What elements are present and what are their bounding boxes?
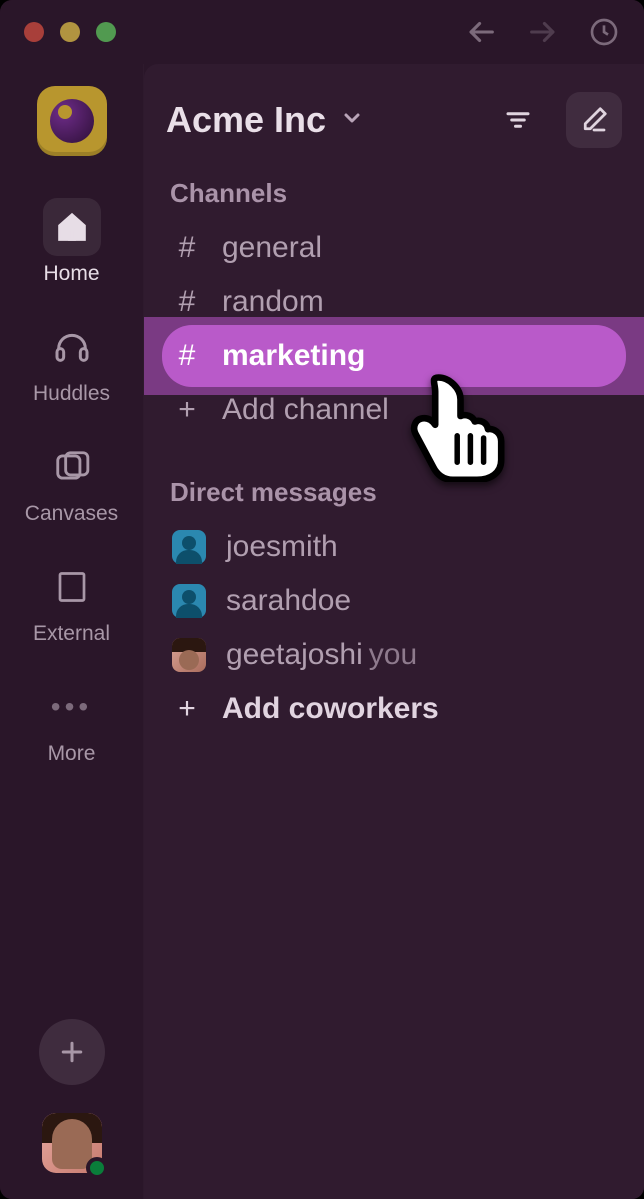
zoom-window-button[interactable] xyxy=(96,22,116,42)
history-icon[interactable] xyxy=(588,16,620,48)
hash-icon: # xyxy=(172,285,202,319)
presence-active-icon xyxy=(86,1157,108,1179)
channel-name: marketing xyxy=(222,339,365,373)
add-channel-label: Add channel xyxy=(222,393,389,427)
filter-button[interactable] xyxy=(490,92,546,148)
workspace-logo-icon xyxy=(50,99,94,143)
rail-label-canvases: Canvases xyxy=(25,502,118,526)
user-avatar-icon xyxy=(172,638,206,672)
add-coworkers-label: Add coworkers xyxy=(222,692,439,726)
hash-icon: # xyxy=(172,231,202,265)
dm-name: sarahdoe xyxy=(226,584,351,618)
self-avatar[interactable] xyxy=(42,1113,102,1173)
minimize-window-button[interactable] xyxy=(60,22,80,42)
titlebar-nav xyxy=(464,15,620,49)
rail-item-more[interactable]: ••• More xyxy=(0,668,143,776)
you-label: you xyxy=(369,638,417,671)
channels-section-header[interactable]: Channels xyxy=(144,174,644,221)
dm-name: geetajoshi xyxy=(226,638,363,671)
dm-section-header[interactable]: Direct messages xyxy=(144,473,644,520)
rail-item-external[interactable]: External xyxy=(0,548,143,656)
dm-list: joesmith sarahdoe geetajoshiyou + xyxy=(144,520,644,736)
app-body: Home Huddles Canvases External xyxy=(0,64,644,1199)
rail-item-home[interactable]: Home xyxy=(0,188,143,296)
plus-icon: + xyxy=(172,692,202,726)
rail-label-more: More xyxy=(48,742,96,766)
cursor-pointer-icon xyxy=(400,372,510,487)
rail-item-huddles[interactable]: Huddles xyxy=(0,308,143,416)
channel-list: # general # random # marketing + Add cha… xyxy=(144,221,644,437)
rail-bottom xyxy=(39,1019,105,1173)
channel-item-general[interactable]: # general xyxy=(144,221,644,275)
rail-label-huddles: Huddles xyxy=(33,382,110,406)
dm-section: Direct messages joesmith sarahdoe geetaj… xyxy=(144,473,644,736)
ellipsis-icon: ••• xyxy=(51,691,92,723)
rail-label-external: External xyxy=(33,622,110,646)
plus-icon: + xyxy=(172,393,202,427)
forward-icon[interactable] xyxy=(526,15,560,49)
rail-label-home: Home xyxy=(43,262,99,286)
traffic-lights xyxy=(24,22,116,42)
add-coworkers-item[interactable]: + Add coworkers xyxy=(144,682,644,736)
channel-list-wrap: Channels # general # random # marketing xyxy=(144,174,644,437)
workspace-menu[interactable]: Acme Inc xyxy=(166,99,364,141)
channel-sidebar: Acme Inc Channels xyxy=(144,64,644,1199)
chevron-down-icon xyxy=(340,106,364,135)
compose-button[interactable] xyxy=(566,92,622,148)
workspace-switcher[interactable] xyxy=(37,86,107,156)
dm-item-geetajoshi[interactable]: geetajoshiyou xyxy=(144,628,644,682)
title-bar xyxy=(0,0,644,64)
user-avatar-icon xyxy=(172,584,206,618)
app-window: Home Huddles Canvases External xyxy=(0,0,644,1199)
sidebar-header: Acme Inc xyxy=(144,74,644,174)
dm-item-joesmith[interactable]: joesmith xyxy=(144,520,644,574)
back-icon[interactable] xyxy=(464,15,498,49)
channel-name: general xyxy=(222,231,322,265)
rail-item-canvases[interactable]: Canvases xyxy=(0,428,143,536)
left-rail: Home Huddles Canvases External xyxy=(0,64,144,1199)
close-window-button[interactable] xyxy=(24,22,44,42)
channel-item-marketing[interactable]: # marketing xyxy=(144,329,644,383)
dm-name: joesmith xyxy=(226,530,338,564)
workspace-name: Acme Inc xyxy=(166,99,326,141)
add-button[interactable] xyxy=(39,1019,105,1085)
user-avatar-icon xyxy=(172,530,206,564)
channel-name: random xyxy=(222,285,324,319)
hash-icon: # xyxy=(172,339,202,373)
dm-item-sarahdoe[interactable]: sarahdoe xyxy=(144,574,644,628)
